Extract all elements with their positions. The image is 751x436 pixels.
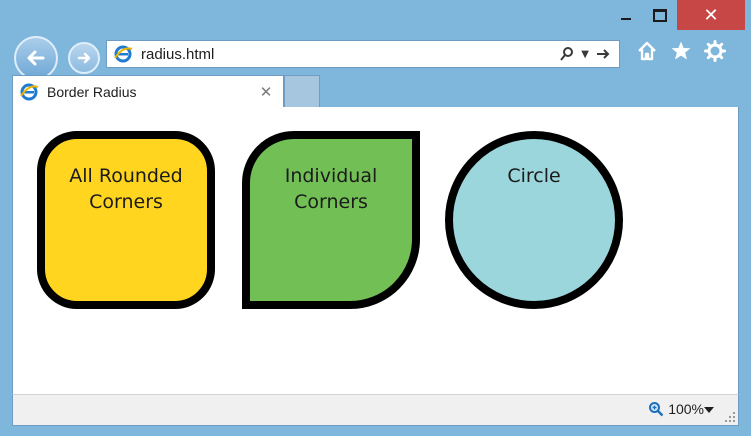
minimize-button[interactable]: [609, 0, 643, 30]
tab-ie-logo-icon: [20, 83, 39, 100]
zoom-dropdown-icon[interactable]: [704, 407, 714, 413]
back-arrow-icon: [27, 50, 45, 66]
zoom-level: 100%: [668, 401, 704, 417]
favorites-button[interactable]: [670, 40, 692, 62]
forward-arrow-icon: [77, 52, 91, 64]
circle-box: Circle: [445, 131, 623, 309]
browser-window: ✕ radius.html ▼ Border Radius ✕ All Roun…: [0, 0, 751, 436]
zoom-icon: [649, 402, 664, 417]
circle-label: Circle: [507, 165, 561, 187]
address-bar[interactable]: radius.html ▼: [106, 40, 620, 68]
close-icon: ✕: [703, 4, 719, 26]
ie-logo-icon: [114, 45, 133, 63]
favorites-star-icon: [671, 41, 691, 60]
maximize-icon: [653, 8, 667, 22]
search-icon[interactable]: [559, 46, 575, 62]
tab-close-icon[interactable]: ✕: [257, 83, 275, 101]
status-bar: 100%: [12, 394, 739, 426]
settings-gear-icon: [704, 40, 726, 62]
command-toolbar: [636, 40, 726, 62]
back-button[interactable]: [14, 36, 58, 80]
window-controls: ✕: [609, 0, 745, 30]
individual-corners-box: Individual Corners: [242, 131, 420, 309]
resize-grip-icon[interactable]: [725, 412, 735, 422]
rounded-corners-label: All Rounded Corners: [69, 165, 183, 213]
minimize-icon: [621, 18, 631, 20]
url-text: radius.html: [141, 45, 215, 63]
page-content: All Rounded Corners Individual Corners C…: [12, 107, 739, 394]
home-button[interactable]: [636, 40, 658, 62]
maximize-button[interactable]: [643, 0, 677, 30]
close-window-button[interactable]: ✕: [677, 0, 745, 30]
go-arrow-icon[interactable]: [595, 46, 611, 62]
new-tab-button[interactable]: [284, 75, 320, 107]
individual-corners-label: Individual Corners: [284, 165, 378, 213]
tab-border-radius[interactable]: Border Radius ✕: [12, 75, 284, 107]
forward-button[interactable]: [68, 42, 100, 74]
dropdown-arrow-icon[interactable]: ▼: [581, 49, 589, 60]
home-icon: [638, 41, 656, 61]
rounded-corners-box: All Rounded Corners: [37, 131, 215, 309]
zoom-control[interactable]: 100%: [648, 401, 704, 417]
settings-button[interactable]: [704, 40, 726, 62]
tab-title: Border Radius: [47, 83, 137, 100]
